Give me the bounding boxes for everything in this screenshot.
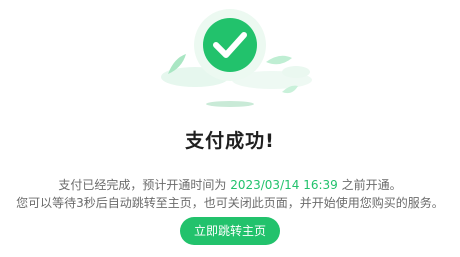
completion-message: 支付已经完成，预计开通时间为 2023/03/14 16:39 之前开通。 [0,176,460,193]
shadow [206,101,254,107]
open-time: 2023/03/14 16:39 [230,178,338,192]
check-circle-icon [194,9,266,81]
leaf-right [266,55,292,65]
payment-success-page: 支付成功! 支付已经完成，预计开通时间为 2023/03/14 16:39 之前… [0,0,460,257]
success-illustration [161,9,312,107]
redirect-message: 您可以等待3秒后自动跳转至主页，也可关闭此页面，并开始使用您购买的服务。 [16,196,444,210]
completion-text-suffix: 之前开通。 [337,178,402,192]
page-title: 支付成功! [185,130,275,152]
completion-text-prefix: 支付已经完成，预计开通时间为 [58,178,231,192]
cloud-far-right [282,66,310,78]
goto-home-button[interactable]: 立即跳转主页 [180,217,280,245]
